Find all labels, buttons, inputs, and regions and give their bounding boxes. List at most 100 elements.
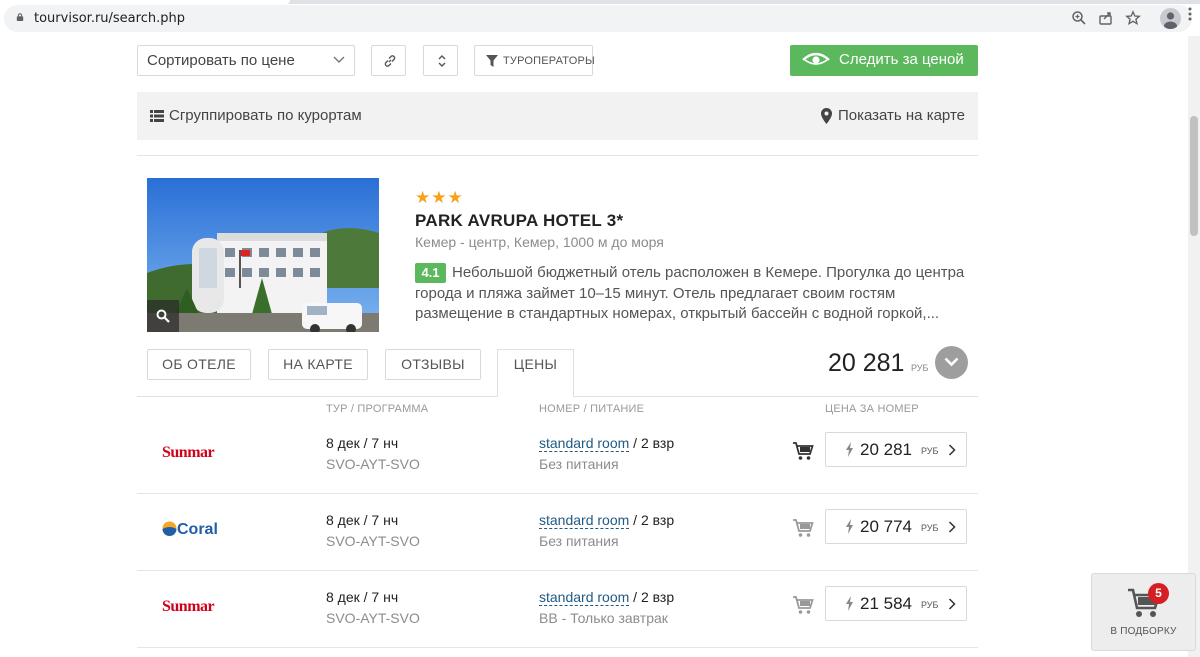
table-row: Sunmar 8 дек / 7 нч SVO-AYT-SVO standard… [137, 571, 978, 648]
share-icon[interactable] [1098, 10, 1114, 26]
sort-direction-button[interactable] [423, 45, 458, 76]
lightning-icon [846, 442, 853, 457]
lock-icon [16, 13, 24, 21]
room-guests: / 2 взр [629, 512, 675, 528]
scrollbar[interactable] [1188, 36, 1200, 657]
room-type-link[interactable]: standard room [539, 512, 630, 529]
tab-prices[interactable]: ЦЕНЫ [497, 349, 574, 397]
room-info: standard room / 2 взр [539, 512, 675, 529]
photo-zoom-button[interactable] [147, 300, 179, 332]
link-icon [384, 55, 396, 67]
chevron-right-icon [948, 598, 956, 610]
browser-toolbar: tourvisor.ru/search.php [0, 0, 1200, 36]
price-currency: РУБ [921, 600, 939, 610]
collection-label: В ПОДБОРКУ [1110, 626, 1177, 637]
group-by-resort-toggle[interactable]: Сгруппировать по курортам [150, 107, 362, 124]
header-room: НОМЕР / ПИТАНИЕ [539, 403, 645, 415]
header-price: ЦЕНА ЗА НОМЕР [825, 403, 919, 415]
list-icon [150, 110, 164, 122]
tour-date: 8 дек / 7 нч [326, 512, 399, 528]
watch-price-label: Следить за ценой [839, 51, 964, 68]
sort-select-value: Сортировать по цене [147, 52, 295, 69]
price-button[interactable]: 20 281 РУБ [825, 432, 967, 467]
meal-plan: Без питания [539, 456, 619, 472]
hotel-photo[interactable] [147, 178, 379, 332]
profile-icon[interactable] [1160, 8, 1181, 29]
operators-filter-button[interactable]: ТУРОПЕРАТОРЫ [474, 45, 595, 76]
min-price: 20 281 [828, 349, 905, 377]
room-type-link[interactable]: standard room [539, 435, 630, 452]
table-row: Coral 8 дек / 7 нч SVO-AYT-SVO standard … [137, 494, 978, 571]
header-tour: ТУР / ПРОГРАММА [326, 403, 429, 415]
price-button[interactable]: 21 584 РУБ [825, 586, 967, 621]
chevron-right-icon [948, 444, 956, 456]
room-info: standard room / 2 взр [539, 589, 675, 606]
expand-button[interactable] [935, 346, 968, 379]
coral-logo-icon [162, 521, 177, 536]
chevron-down-icon [333, 56, 345, 63]
filter-icon [486, 55, 498, 67]
star-icon: ★ [415, 188, 431, 207]
operator-logo-sunmar: Sunmar [162, 444, 215, 461]
cart-icon[interactable] [792, 518, 814, 538]
star-icon: ★ [431, 188, 447, 207]
hotel-description: Небольшой бюджетный отель расположен в К… [415, 264, 965, 322]
room-guests: / 2 взр [629, 589, 675, 605]
price-button[interactable]: 20 774 РУБ [825, 509, 967, 544]
sort-arrows-icon [438, 55, 446, 67]
room-type-link[interactable]: standard room [539, 589, 630, 606]
operator-logo-coral: Coral [162, 521, 222, 541]
operator-name: Coral [177, 521, 218, 538]
chevron-right-icon [948, 521, 956, 533]
price-currency: РУБ [921, 446, 939, 456]
price-currency: РУБ [921, 523, 939, 533]
room-guests: / 2 взр [629, 435, 675, 451]
divider [137, 155, 978, 156]
lightning-icon [846, 519, 853, 534]
price-amount: 21 584 [860, 594, 912, 613]
tour-route: SVO-AYT-SVO [326, 456, 420, 472]
hotel-location: Кемер - центр, Кемер, 1000 м до моря [415, 234, 664, 250]
zoom-icon[interactable] [1071, 10, 1087, 26]
chevron-down-icon [944, 357, 959, 367]
star-icon: ★ [447, 188, 463, 207]
price-amount: 20 774 [860, 517, 912, 536]
scroll-thumb[interactable] [1190, 116, 1198, 236]
collection-count-badge: 5 [1148, 583, 1169, 604]
min-price-currency: РУБ [911, 363, 929, 373]
hotel-stars: ★★★ [415, 188, 464, 207]
meal-plan: BB - Только завтрак [539, 610, 668, 626]
tab-about-hotel[interactable]: ОБ ОТЕЛЕ [147, 349, 251, 380]
hotel-name[interactable]: PARK AVRUPA HOTEL 3* [415, 211, 623, 231]
tour-date: 8 дек / 7 нч [326, 589, 399, 605]
copy-link-button[interactable] [371, 45, 406, 76]
operators-label: ТУРОПЕРАТОРЫ [503, 55, 595, 67]
menu-icon[interactable] [1188, 6, 1192, 22]
lightning-icon [846, 596, 853, 611]
hotel-rating-badge: 4.1 [415, 263, 446, 283]
room-info: standard room / 2 взр [539, 435, 675, 452]
tour-route: SVO-AYT-SVO [326, 610, 420, 626]
operator-logo-sunmar: Sunmar [162, 598, 215, 615]
table-row: Sunmar 8 дек / 7 нч SVO-AYT-SVO standard… [137, 417, 978, 494]
show-on-map-link[interactable]: Показать на карте [820, 107, 965, 124]
sort-select[interactable]: Сортировать по цене [137, 45, 355, 76]
cart-icon[interactable] [792, 441, 814, 461]
url-text[interactable]: tourvisor.ru/search.php [34, 11, 185, 26]
address-bar[interactable]: tourvisor.ru/search.php [4, 5, 1192, 32]
tab-reviews[interactable]: ОТЗЫВЫ [385, 349, 481, 380]
show-on-map-label: Показать на карте [837, 107, 965, 124]
search-icon [156, 309, 170, 323]
eye-icon [802, 52, 830, 65]
collection-widget[interactable]: 5 В ПОДБОРКУ [1091, 573, 1196, 651]
tour-route: SVO-AYT-SVO [326, 533, 420, 549]
tour-date: 8 дек / 7 нч [326, 435, 399, 451]
price-amount: 20 281 [860, 440, 912, 459]
meal-plan: Без питания [539, 533, 619, 549]
tab-on-map[interactable]: НА КАРТЕ [268, 349, 368, 380]
group-bar: Сгруппировать по курортам Показать на ка… [137, 92, 978, 140]
watch-price-button[interactable]: Следить за ценой [790, 45, 978, 76]
cart-icon[interactable] [792, 595, 814, 615]
star-icon[interactable] [1125, 10, 1141, 26]
tab-strip [0, 0, 1200, 4]
